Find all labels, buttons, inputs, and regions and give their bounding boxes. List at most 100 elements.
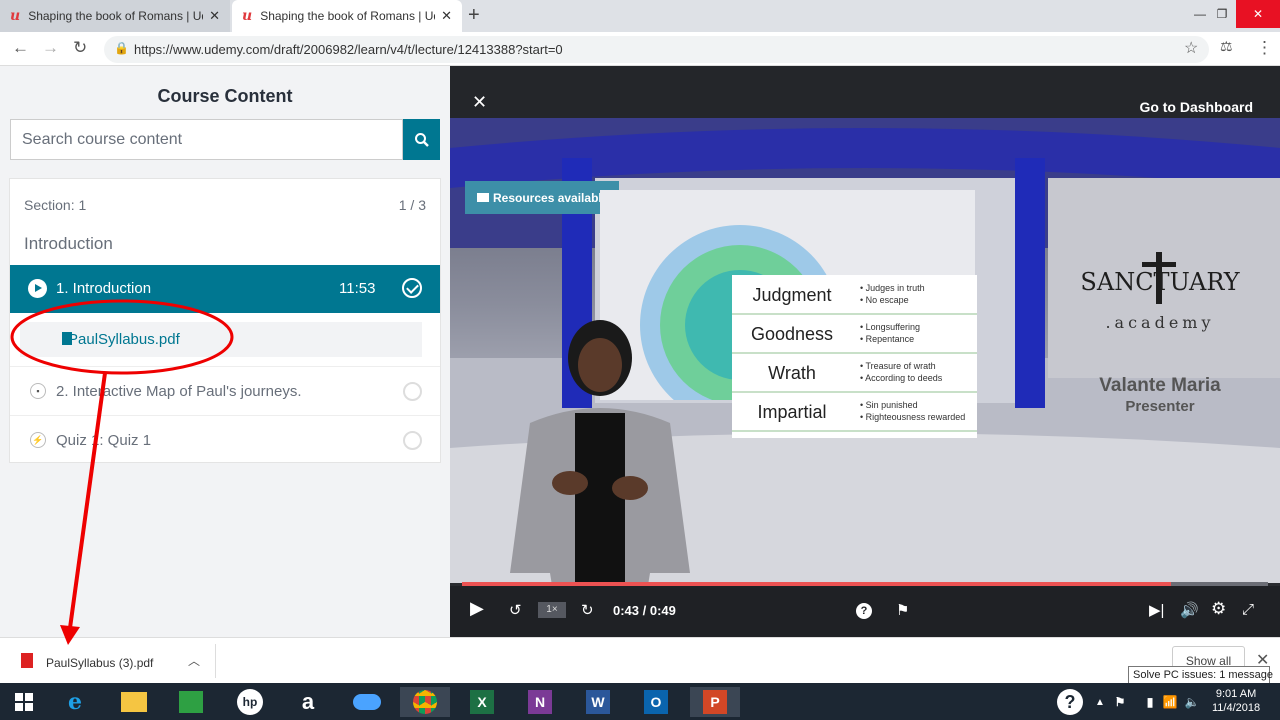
download-bar: PaulSyllabus (3).pdf ︿ Show all ✕ bbox=[0, 637, 1280, 683]
udemy-favicon-icon: u bbox=[10, 8, 21, 24]
slide-bullets: • Longsuffering • Repentance bbox=[860, 322, 921, 344]
completed-check-icon[interactable] bbox=[402, 278, 422, 298]
address-bar: ← → ↻ 🔒 https://www.udemy.com/draft/2006… bbox=[0, 32, 1280, 66]
close-icon[interactable]: ✕ bbox=[472, 92, 487, 113]
course-content-title: Course Content bbox=[157, 86, 293, 106]
play-icon[interactable]: ▶ bbox=[470, 598, 484, 619]
tab-title: Shaping the book of Romans | Ud bbox=[28, 9, 204, 23]
slide-word: Impartial bbox=[757, 402, 827, 422]
lecture-item-quiz[interactable]: ⚡ Quiz 1: Quiz 1 bbox=[10, 415, 440, 463]
url-field[interactable]: 🔒 https://www.udemy.com/draft/2006982/le… bbox=[104, 36, 1209, 63]
resource-label: PaulSyllabus.pdf bbox=[68, 331, 180, 348]
browser-tab-2[interactable]: u Shaping the book of Romans | Ud ✕ bbox=[232, 0, 462, 32]
help-icon[interactable]: ? bbox=[856, 603, 872, 619]
presenter-name: Valante Maria bbox=[1099, 375, 1221, 396]
chevron-up-icon[interactable]: ▲ bbox=[1090, 687, 1110, 717]
lecture-label: Quiz 1: Quiz 1 bbox=[56, 432, 152, 449]
fullscreen-icon[interactable]: ⤢ bbox=[1242, 601, 1254, 618]
close-tab-icon[interactable]: ✕ bbox=[441, 8, 452, 24]
play-icon bbox=[28, 279, 47, 298]
flag-icon[interactable]: ⚑ bbox=[1110, 687, 1130, 717]
video-player[interactable]: ✕ Go to Dashboard Resources available Ju… bbox=[450, 66, 1280, 637]
progress-circle-icon[interactable] bbox=[403, 382, 422, 401]
reload-icon[interactable]: ↻ bbox=[73, 38, 87, 58]
document-icon: ▪ bbox=[30, 383, 46, 399]
url-text: https://www.udemy.com/draft/2006982/lear… bbox=[134, 42, 563, 57]
quiz-icon: ⚡ bbox=[30, 432, 46, 448]
settings-gear-icon[interactable]: ⚙ bbox=[1211, 599, 1226, 619]
file-explorer-icon[interactable] bbox=[114, 687, 154, 717]
slide-row: Impartial • Sin punished • Righteousness … bbox=[732, 394, 977, 432]
presenter-role: Presenter bbox=[1125, 398, 1195, 415]
amazon-icon[interactable]: a bbox=[288, 687, 328, 717]
bookmark-icon[interactable]: ⚑ bbox=[896, 601, 909, 619]
lecture-item-map[interactable]: ▪ 2. Interactive Map of Paul's journeys. bbox=[10, 366, 440, 414]
onedrive-icon[interactable] bbox=[347, 687, 387, 717]
clock-date: 11/4/2018 bbox=[1212, 702, 1261, 714]
system-clock[interactable]: 9:01 AM 11/4/2018 bbox=[1212, 687, 1260, 715]
video-top-bar: ✕ Go to Dashboard bbox=[450, 66, 1280, 118]
battery-icon[interactable]: ▮ bbox=[1140, 687, 1160, 717]
browser-tab-1[interactable]: u Shaping the book of Romans | Ud ✕ bbox=[0, 0, 230, 32]
video-controls: ▶ ↺ 1× ↻ 0:43 / 0:49 ? ⚑ ▶| 🔊 ⚙ ⤢ bbox=[450, 586, 1280, 637]
browser-tab-bar: u Shaping the book of Romans | Ud ✕ u Sh… bbox=[0, 0, 1280, 32]
chevron-up-icon[interactable]: ︿ bbox=[188, 652, 200, 669]
section-title[interactable]: Introduction bbox=[24, 234, 113, 254]
new-tab-button[interactable]: + bbox=[468, 4, 480, 27]
lecture-duration: 11:53 bbox=[339, 280, 376, 297]
chrome-icon[interactable] bbox=[400, 687, 450, 717]
onenote-icon[interactable]: N bbox=[520, 687, 560, 717]
close-tab-icon[interactable]: ✕ bbox=[209, 8, 220, 24]
section-card: Section: 1 1 / 3 Introduction 1. Introdu… bbox=[9, 178, 441, 463]
download-file-name[interactable]: PaulSyllabus (3).pdf bbox=[46, 656, 153, 670]
sanctuary-academy-logo: SANCTUARY .academy bbox=[1080, 248, 1240, 338]
slide-bullets: • Judges in truth • No escape bbox=[860, 283, 925, 305]
forward-icon[interactable]: ↻ bbox=[581, 601, 594, 619]
next-icon[interactable]: ▶| bbox=[1149, 601, 1164, 619]
powerpoint-icon[interactable]: P bbox=[690, 687, 740, 717]
slide-table: Judgment • Judges in truth • No escape Go… bbox=[732, 275, 977, 438]
course-content-panel: Course Content Search course content Sec… bbox=[0, 66, 450, 637]
lecture-item-introduction[interactable]: 1. Introduction 11:53 bbox=[10, 265, 440, 313]
windows-taskbar: e hp a X N W O P ? ▲ ⚑ ▮ 📶 🔈 9:01 AM 11/… bbox=[0, 683, 1280, 720]
forward-icon[interactable]: → bbox=[42, 38, 59, 58]
go-to-dashboard-link[interactable]: Go to Dashboard bbox=[1139, 99, 1253, 115]
bookmark-star-icon[interactable]: ☆ bbox=[1184, 38, 1198, 58]
excel-icon[interactable]: X bbox=[462, 687, 502, 717]
help-circle-icon[interactable]: ? bbox=[1050, 687, 1090, 717]
speaker-icon[interactable]: 🔈 bbox=[1182, 687, 1202, 717]
slide-row: Wrath • Treasure of wrath • According to … bbox=[732, 355, 977, 393]
store-icon[interactable] bbox=[171, 687, 211, 717]
hp-icon[interactable]: hp bbox=[230, 687, 270, 717]
resources-available-badge[interactable]: Resources available bbox=[465, 181, 619, 214]
search-input[interactable]: Search course content bbox=[10, 119, 403, 160]
playback-speed-button[interactable]: 1× bbox=[538, 602, 566, 618]
internet-explorer-icon[interactable]: e bbox=[55, 687, 95, 717]
search-button[interactable] bbox=[403, 119, 440, 160]
menu-icon[interactable]: ⋮ bbox=[1256, 38, 1273, 58]
progress-circle-icon[interactable] bbox=[403, 431, 422, 450]
network-icon[interactable]: 📶 bbox=[1160, 687, 1180, 717]
search-icon bbox=[414, 132, 429, 147]
lock-icon: 🔒 bbox=[114, 41, 129, 55]
volume-icon[interactable]: 🔊 bbox=[1180, 601, 1199, 619]
resource-link[interactable]: PaulSyllabus.pdf bbox=[20, 322, 422, 357]
windows-start-icon[interactable] bbox=[4, 687, 44, 717]
file-icon bbox=[62, 332, 72, 345]
video-frame: Resources available Judgment • Judges in… bbox=[450, 118, 1280, 635]
section-label: Section: 1 bbox=[24, 197, 87, 213]
pdf-file-icon bbox=[21, 653, 33, 668]
slide-bullets: • Treasure of wrath • According to deeds bbox=[860, 361, 943, 383]
section-count: 1 / 3 bbox=[398, 197, 426, 213]
outlook-icon[interactable]: O bbox=[636, 687, 676, 717]
word-icon[interactable]: W bbox=[578, 687, 618, 717]
extension-icon[interactable]: ⚖ bbox=[1220, 38, 1233, 55]
slide-row: Goodness • Longsuffering • Repentance bbox=[732, 316, 977, 354]
logo-subtext: .academy bbox=[1105, 313, 1215, 332]
slide-word: Goodness bbox=[750, 324, 834, 344]
restore-icon[interactable]: ❐ bbox=[1208, 0, 1236, 28]
window-close-icon[interactable]: ✕ bbox=[1236, 0, 1280, 28]
udemy-favicon-icon: u bbox=[242, 8, 253, 24]
rewind-icon[interactable]: ↺ bbox=[509, 601, 522, 619]
back-icon[interactable]: ← bbox=[12, 38, 29, 58]
